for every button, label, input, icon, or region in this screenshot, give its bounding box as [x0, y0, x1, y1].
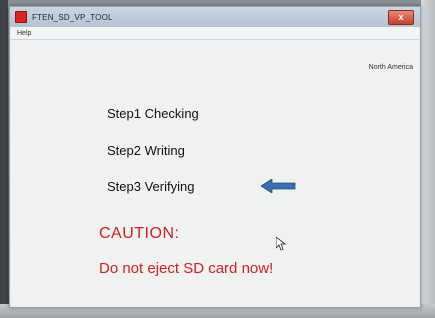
step-verifying: Step3 Verifying: [107, 179, 195, 194]
title-bar[interactable]: FTEN_SD_VP_TOOL x: [10, 7, 420, 27]
step-writing: Step2 Writing: [107, 143, 185, 158]
step-checking: Step1 Checking: [107, 106, 199, 121]
menu-item-help[interactable]: Help: [17, 30, 31, 37]
app-icon: [15, 11, 27, 23]
region-label: North America: [368, 64, 413, 71]
pointer-cursor-icon: [275, 236, 287, 256]
monitor-bezel-right: [421, 0, 435, 318]
close-button[interactable]: x: [388, 10, 414, 25]
monitor-background: FTEN_SD_VP_TOOL x Help North America Ste…: [0, 0, 435, 318]
app-window: FTEN_SD_VP_TOOL x Help North America Ste…: [9, 6, 421, 308]
menu-bar: Help: [11, 27, 419, 40]
main-content: North America Step1 Checking Step2 Writi…: [11, 40, 419, 306]
caution-message: Do not eject SD card now!: [99, 260, 274, 277]
monitor-bezel-left: [0, 0, 8, 318]
arrow-left-icon: [260, 178, 297, 198]
caution-title: CAUTION:: [99, 225, 180, 242]
window-title: FTEN_SD_VP_TOOL: [32, 12, 113, 22]
